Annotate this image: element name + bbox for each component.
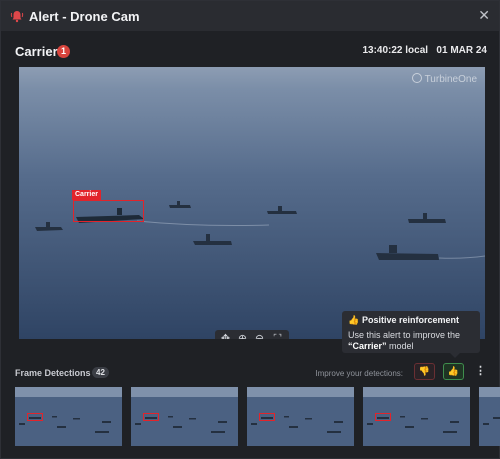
- fullscreen-icon[interactable]: ⛶: [271, 333, 284, 339]
- thumbnail-strip[interactable]: [15, 387, 500, 446]
- improve-detections-text: Improve your detections:: [315, 369, 403, 378]
- detection-box[interactable]: [73, 200, 144, 222]
- frame-detections-bar: Frame Detections 42 Improve your detecti…: [15, 363, 487, 381]
- thumbnail[interactable]: [363, 387, 470, 446]
- title-bar: Alert - Drone Cam ✕: [1, 1, 499, 31]
- frame-detections-label: Frame Detections: [15, 368, 91, 378]
- zoom-in-icon[interactable]: ⊕: [236, 333, 249, 339]
- thumbs-up-button[interactable]: 👍: [443, 363, 464, 380]
- move-icon[interactable]: ✥: [219, 333, 232, 339]
- thumbnail-image: [479, 387, 500, 446]
- zoom-toolbar: ✥ ⊕ ⊖ ⛶: [215, 330, 289, 339]
- thumbnail[interactable]: [15, 387, 122, 446]
- tooltip-title: Positive reinforcement: [362, 315, 460, 325]
- video-frame[interactable]: TurbineOne Carrier ✥ ⊕ ⊖ ⛶ ⋮: [19, 67, 485, 339]
- tooltip-body-suffix: model: [386, 341, 414, 351]
- thumbs-up-icon: 👍: [348, 315, 360, 325]
- thumbs-down-icon: 👎: [418, 366, 431, 376]
- detection-label: Carrier: [72, 190, 101, 200]
- thumbnail[interactable]: [479, 387, 500, 446]
- thumbs-down-button[interactable]: 👎: [414, 363, 435, 380]
- alert-label: Carrier: [15, 44, 58, 59]
- positive-reinforcement-tooltip: 👍 Positive reinforcement Use this alert …: [342, 311, 480, 358]
- thumbnail[interactable]: [247, 387, 354, 446]
- alert-dialog: Alert - Drone Cam ✕ Carrier 1 13:40:22 l…: [0, 0, 500, 459]
- tooltip-body-prefix: Use this alert to improve the: [348, 330, 461, 340]
- alert-header: Carrier 1 13:40:22 local 01 MAR 24: [15, 44, 487, 60]
- more-vertical-icon[interactable]: ⋮: [475, 364, 486, 377]
- watermark: TurbineOne: [411, 73, 477, 85]
- watermark-text: TurbineOne: [424, 74, 477, 85]
- count-badge: 1: [57, 45, 70, 58]
- timestamp: 13:40:22 local 01 MAR 24: [362, 45, 487, 56]
- window-title: Alert - Drone Cam: [29, 9, 140, 24]
- frame-detections-count: 42: [92, 367, 109, 378]
- close-icon[interactable]: ✕: [478, 7, 490, 24]
- thumbnail[interactable]: [131, 387, 238, 446]
- watermark-logo-icon: [411, 73, 422, 83]
- date-text: 01 MAR 24: [436, 45, 487, 56]
- tooltip-model-name: “Carrier”: [348, 341, 387, 351]
- detection-box: [259, 413, 275, 421]
- detection-box: [143, 413, 159, 421]
- time-text: 13:40:22 local: [362, 45, 429, 56]
- tooltip-body: Use this alert to improve the “Carrier” …: [348, 330, 478, 352]
- thumbs-up-icon: 👍: [447, 366, 460, 376]
- bell-icon: [10, 11, 24, 23]
- zoom-out-icon[interactable]: ⊖: [253, 333, 266, 339]
- detection-box: [375, 413, 391, 421]
- tooltip-arrow: [450, 353, 460, 358]
- detection-box: [27, 413, 43, 421]
